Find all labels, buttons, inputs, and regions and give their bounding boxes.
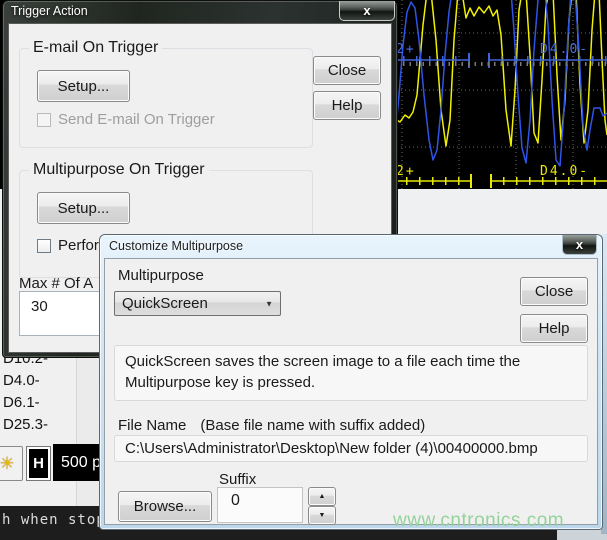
bus-label-d25: D25.3-: [3, 416, 48, 433]
customize-help-button[interactable]: Help: [520, 314, 588, 343]
email-group-title: E-mail On Trigger: [29, 39, 162, 57]
perform-checkbox-label: Perfor: [58, 237, 99, 254]
trigger-help-button[interactable]: Help: [313, 91, 381, 120]
perform-checkbox[interactable]: [37, 239, 51, 253]
horizontal-button-label: H: [29, 449, 48, 478]
suffix-label: Suffix: [219, 471, 256, 488]
watermark: www.cntronics.com: [393, 510, 564, 532]
suffix-spin-down-button[interactable]: ▼: [308, 506, 336, 525]
horizontal-button[interactable]: H: [26, 446, 51, 481]
email-setup-button[interactable]: Setup...: [37, 70, 130, 102]
customize-close-icon[interactable]: x: [562, 235, 597, 255]
arrow-down-icon: ▼: [319, 512, 326, 519]
chevron-down-icon: ▼: [265, 299, 273, 308]
brightness-button[interactable]: ☀: [0, 446, 23, 481]
file-path-field[interactable]: C:\Users\Administrator\Desktop\New folde…: [114, 435, 588, 462]
oscilloscope-app: 2+ D4.0- 2+ D4.0- ▲ D10.2- D4.0- D6.1- D…: [0, 0, 607, 540]
email-on-trigger-group: E-mail On Trigger Setup... Send E-mail O…: [19, 48, 313, 148]
multipurpose-setup-button[interactable]: Setup...: [37, 192, 130, 224]
bus-label-d4: D4.0-: [3, 372, 40, 389]
file-name-label: File Name: [118, 417, 186, 434]
arrow-up-icon: ▲: [319, 493, 326, 500]
d4-bus-marker-blue: D4.0-: [540, 42, 589, 57]
bus-label-d6: D6.1-: [3, 394, 40, 411]
customize-close-button[interactable]: Close: [520, 277, 588, 306]
suffix-spin-up-button[interactable]: ▲: [308, 487, 336, 506]
send-email-checkbox: [37, 113, 51, 127]
customize-multipurpose-dialog: Customize Multipurpose x Multipurpose Qu…: [99, 234, 603, 530]
multipurpose-field-label: Multipurpose: [118, 267, 204, 284]
browse-button[interactable]: Browse...: [118, 491, 212, 522]
send-email-checkbox-label: Send E-mail On Trigger: [58, 111, 215, 128]
channel-2-marker-yellow: 2+: [396, 164, 416, 179]
trigger-dialog-title: Trigger Action: [11, 4, 88, 18]
d4-bus-marker-yellow: D4.0-: [540, 164, 589, 179]
channel-2-marker-blue: 2+: [396, 42, 416, 57]
suffix-value-field[interactable]: 0: [217, 487, 303, 523]
trigger-close-icon[interactable]: x: [339, 1, 395, 21]
customize-dialog-body: Multipurpose QuickScreen ▼ Close Help Qu…: [104, 258, 598, 525]
max-actions-label: Max # Of A: [19, 275, 93, 292]
brightness-sun-icon: ☀: [0, 454, 15, 474]
quickscreen-description: QuickScreen saves the screen image to a …: [114, 345, 588, 401]
multipurpose-dropdown[interactable]: QuickScreen ▼: [114, 291, 281, 316]
multipurpose-dropdown-value: QuickScreen: [122, 295, 208, 312]
customize-dialog-title: Customize Multipurpose: [109, 239, 243, 253]
file-name-hint: (Base file name with suffix added): [200, 417, 425, 434]
multipurpose-group-title: Multipurpose On Trigger: [29, 161, 209, 179]
trigger-close-button[interactable]: Close: [313, 56, 381, 85]
